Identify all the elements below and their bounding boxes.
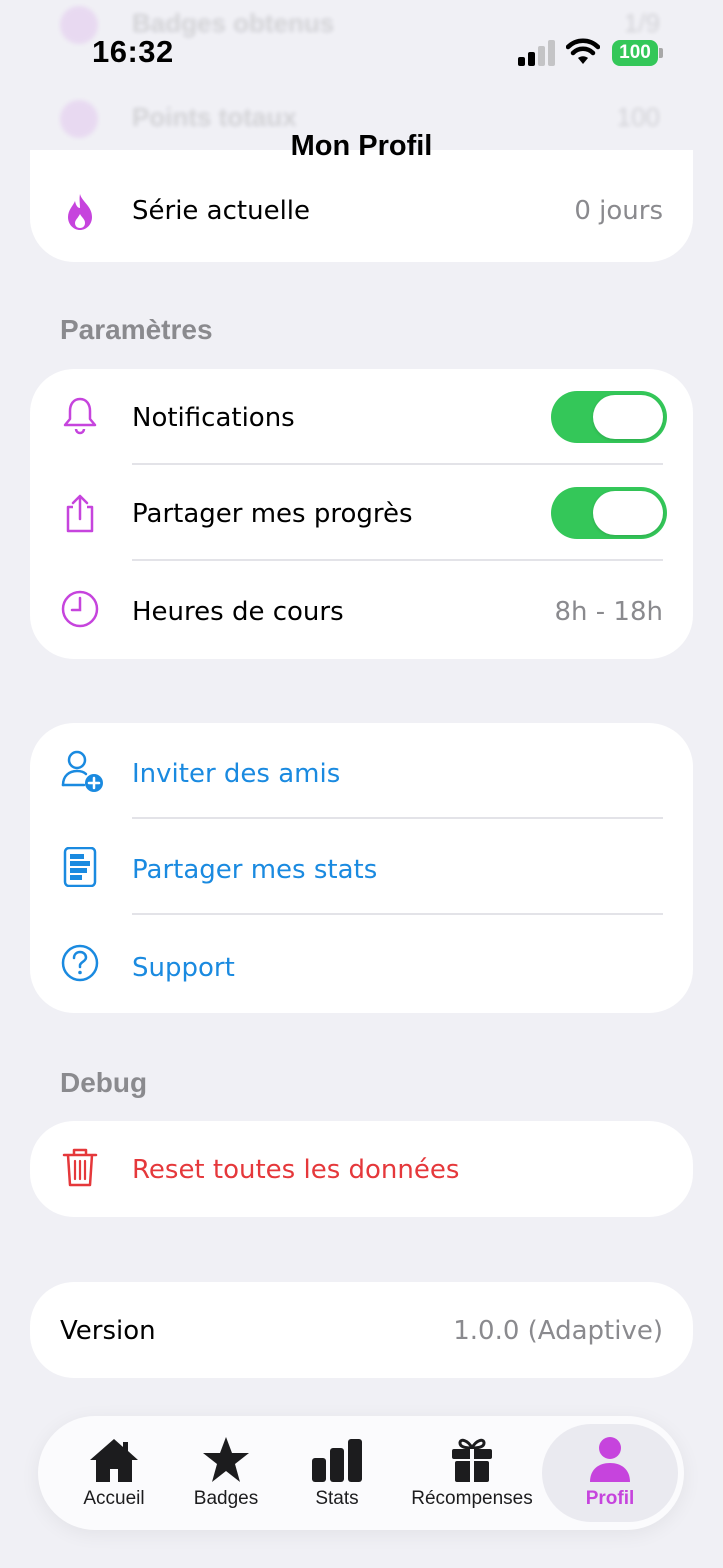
- document-icon: [63, 847, 97, 887]
- tab-recompenses[interactable]: Récompenses: [398, 1416, 546, 1530]
- tab-label: Stats: [315, 1488, 359, 1509]
- page-title: Mon Profil: [290, 130, 433, 162]
- tab-accueil[interactable]: Accueil: [58, 1416, 170, 1530]
- streak-label: Série actuelle: [132, 196, 311, 226]
- flame-icon: [68, 194, 92, 230]
- status-bar: 16:32 100: [0, 0, 723, 100]
- cellular-signal-icon: [518, 40, 555, 66]
- person-icon: [590, 1437, 630, 1482]
- share-icon: [66, 494, 94, 533]
- tab-label: Profil: [585, 1488, 635, 1509]
- notifications-toggle[interactable]: [551, 391, 667, 443]
- divider: [132, 913, 663, 915]
- notifications-row: Notifications: [30, 369, 693, 465]
- actions-card: Inviter des amis Partager mes stats Supp…: [30, 723, 693, 1013]
- class-hours-value: 8h - 18h: [554, 597, 664, 627]
- tab-profil[interactable]: Profil: [542, 1416, 678, 1530]
- share-progress-toggle[interactable]: [551, 487, 667, 539]
- version-card: Version 1.0.0 (Adaptive): [30, 1282, 693, 1378]
- support-label: Support: [132, 953, 235, 983]
- tab-stats[interactable]: Stats: [282, 1416, 392, 1530]
- settings-card: Notifications Partager mes progrès Heure…: [30, 369, 693, 659]
- debug-card: Reset toutes les données: [30, 1121, 693, 1217]
- support-row[interactable]: Support: [30, 917, 693, 1013]
- clock-icon: [61, 590, 99, 628]
- divider: [132, 559, 663, 561]
- bar-chart-icon: [312, 1439, 362, 1482]
- tab-label: Récompenses: [411, 1488, 533, 1509]
- status-time: 16:32: [92, 34, 174, 69]
- settings-section-title: Paramètres: [60, 314, 213, 345]
- reset-data-label: Reset toutes les données: [132, 1155, 460, 1185]
- share-progress-row: Partager mes progrès: [30, 465, 693, 561]
- invite-friends-row[interactable]: Inviter des amis: [30, 723, 693, 819]
- battery-level: 100: [612, 40, 658, 66]
- trash-icon: [62, 1148, 98, 1187]
- share-stats-row[interactable]: Partager mes stats: [30, 819, 693, 915]
- streak-row: Série actuelle 0 jours: [30, 190, 693, 240]
- battery-icon: 100: [612, 40, 663, 66]
- wifi-icon: [566, 38, 600, 64]
- bell-icon: [63, 397, 97, 435]
- invite-friends-label: Inviter des amis: [132, 759, 341, 789]
- debug-section-title: Debug: [60, 1067, 148, 1098]
- tab-badges[interactable]: Badges: [170, 1416, 282, 1530]
- tab-label: Badges: [193, 1488, 259, 1509]
- share-stats-label: Partager mes stats: [132, 855, 378, 885]
- streak-value: 0 jours: [574, 196, 663, 226]
- stats-card: Série actuelle 0 jours: [30, 150, 693, 262]
- star-icon: [203, 1437, 249, 1482]
- class-hours-row[interactable]: Heures de cours 8h - 18h: [30, 563, 693, 659]
- tab-bar: Accueil Badges Stats Récompenses Profil: [38, 1416, 684, 1530]
- class-hours-label: Heures de cours: [132, 597, 344, 627]
- notifications-label: Notifications: [132, 403, 295, 433]
- add-person-icon: [61, 750, 103, 792]
- version-value: 1.0.0 (Adaptive): [453, 1316, 663, 1346]
- house-icon: [90, 1439, 138, 1482]
- version-label: Version: [60, 1316, 156, 1346]
- question-circle-icon: [61, 944, 99, 982]
- gift-icon: [452, 1438, 492, 1482]
- reset-data-row[interactable]: Reset toutes les données: [30, 1121, 693, 1217]
- tab-label: Accueil: [83, 1488, 145, 1509]
- share-progress-label: Partager mes progrès: [132, 499, 413, 529]
